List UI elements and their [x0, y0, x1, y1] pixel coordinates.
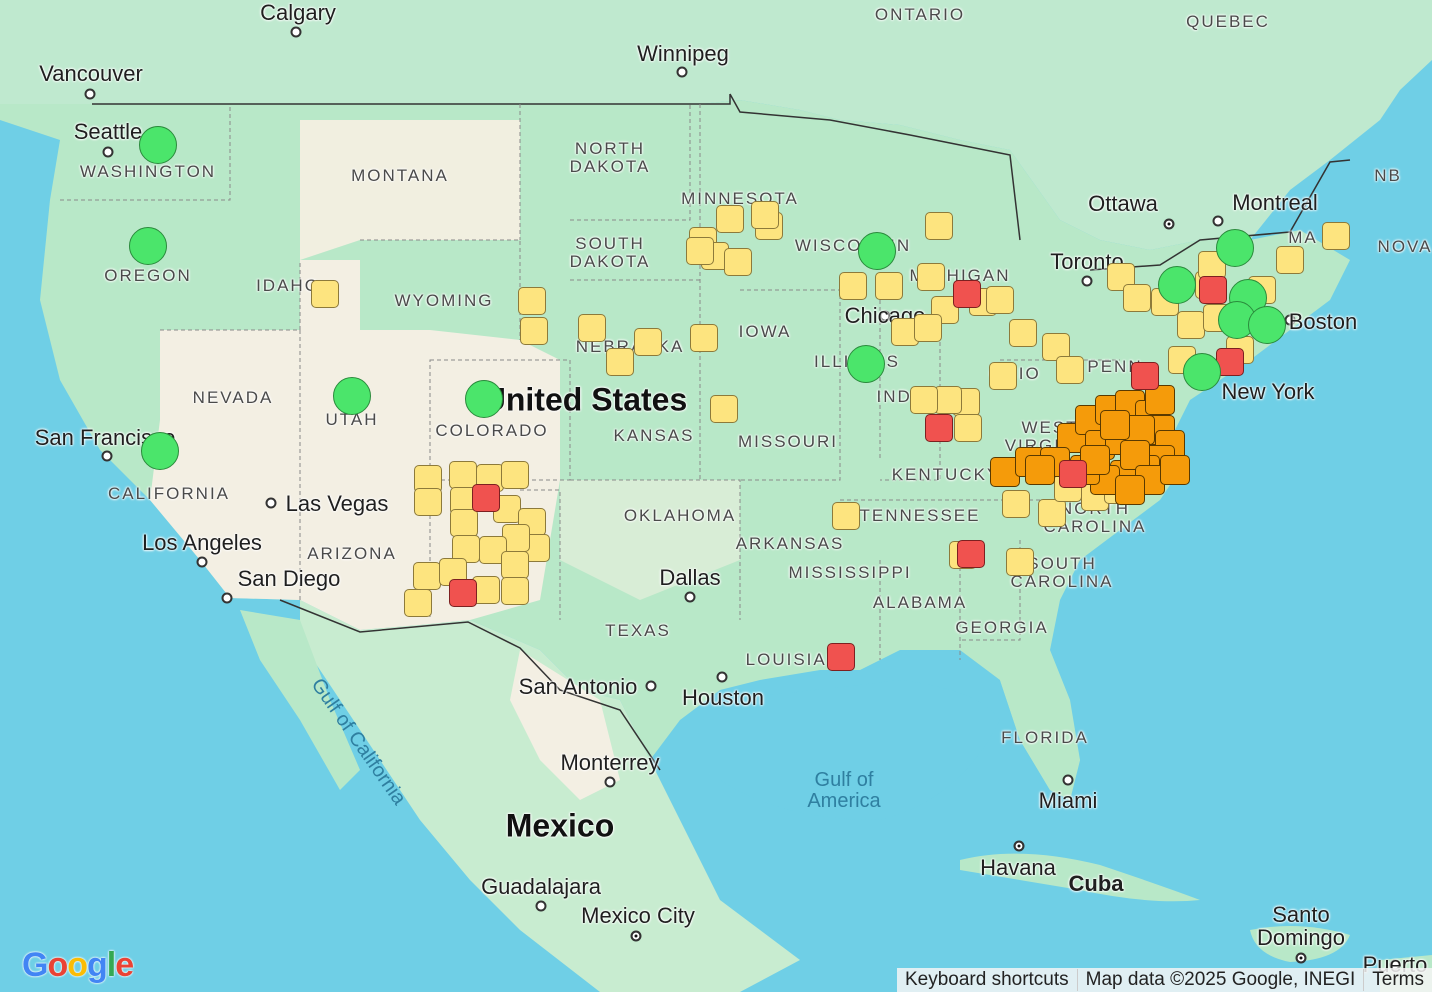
yellow-marker[interactable]: [986, 286, 1014, 314]
red-marker[interactable]: [827, 643, 855, 671]
orange-marker[interactable]: [1100, 410, 1130, 440]
yellow-marker[interactable]: [1009, 319, 1037, 347]
cuba-land: [960, 853, 1200, 902]
yellow-marker[interactable]: [501, 577, 529, 605]
yellow-marker[interactable]: [518, 287, 546, 315]
yellow-marker[interactable]: [914, 314, 942, 342]
red-marker[interactable]: [472, 484, 500, 512]
terms-link[interactable]: Terms: [1363, 969, 1432, 991]
map-data-attribution: Map data ©2025 Google, INEGI: [1076, 969, 1364, 991]
city-dot: [1212, 215, 1224, 227]
yellow-marker[interactable]: [520, 317, 548, 345]
red-marker[interactable]: [1131, 362, 1159, 390]
city-dot: [1163, 218, 1175, 230]
yellow-marker[interactable]: [311, 280, 339, 308]
green-marker[interactable]: [858, 232, 896, 270]
yellow-marker[interactable]: [875, 272, 903, 300]
city-dot: [1081, 275, 1093, 287]
city-dot: [102, 146, 114, 158]
yellow-marker[interactable]: [1276, 246, 1304, 274]
yellow-marker[interactable]: [404, 589, 432, 617]
city-dot: [879, 310, 891, 322]
yellow-marker[interactable]: [925, 212, 953, 240]
yellow-marker[interactable]: [634, 328, 662, 356]
yellow-marker[interactable]: [910, 386, 938, 414]
yellow-marker[interactable]: [686, 237, 714, 265]
yellow-marker[interactable]: [832, 502, 860, 530]
red-marker[interactable]: [449, 579, 477, 607]
yellow-marker[interactable]: [1038, 499, 1066, 527]
yellow-marker[interactable]: [1123, 284, 1151, 312]
green-marker[interactable]: [333, 377, 371, 415]
montana-tan: [300, 120, 520, 260]
city-dot: [604, 776, 616, 788]
yellow-marker[interactable]: [934, 386, 962, 414]
gulf-water: [720, 680, 1000, 820]
yellow-marker[interactable]: [413, 562, 441, 590]
city-dot: [1013, 840, 1025, 852]
yellow-marker[interactable]: [578, 314, 606, 342]
orange-marker[interactable]: [1025, 455, 1055, 485]
orange-marker[interactable]: [1115, 475, 1145, 505]
red-marker[interactable]: [953, 280, 981, 308]
google-logo: Google: [22, 946, 134, 984]
yellow-marker[interactable]: [839, 272, 867, 300]
city-dot: [1284, 314, 1296, 326]
city-dot: [630, 930, 642, 942]
yellow-marker[interactable]: [414, 488, 442, 516]
green-marker[interactable]: [1248, 306, 1286, 344]
red-marker[interactable]: [1059, 460, 1087, 488]
city-dot: [676, 66, 688, 78]
map-canvas[interactable]: WASHINGTON OREGON IDAHO MONTANA WYOMING NEVAD…: [0, 0, 1432, 992]
city-dot: [1295, 952, 1307, 964]
yellow-marker[interactable]: [917, 263, 945, 291]
red-marker[interactable]: [1199, 276, 1227, 304]
yellow-marker[interactable]: [1006, 548, 1034, 576]
yellow-marker[interactable]: [501, 551, 529, 579]
city-dot: [290, 26, 302, 38]
city-dot: [645, 680, 657, 692]
green-marker[interactable]: [129, 227, 167, 265]
red-marker[interactable]: [925, 414, 953, 442]
green-marker[interactable]: [1158, 266, 1196, 304]
yellow-marker[interactable]: [751, 201, 779, 229]
yellow-marker[interactable]: [989, 362, 1017, 390]
keyboard-shortcuts-link[interactable]: Keyboard shortcuts: [897, 969, 1077, 991]
yellow-marker[interactable]: [954, 414, 982, 442]
city-dot: [716, 671, 728, 683]
green-marker[interactable]: [465, 380, 503, 418]
yellow-marker[interactable]: [1056, 356, 1084, 384]
city-dot: [684, 591, 696, 603]
yellow-marker[interactable]: [1177, 311, 1205, 339]
basemap: [0, 0, 1432, 992]
city-dot: [84, 88, 96, 100]
yellow-marker[interactable]: [1002, 490, 1030, 518]
green-marker[interactable]: [1183, 353, 1221, 391]
yellow-marker[interactable]: [450, 509, 478, 537]
yellow-marker[interactable]: [716, 205, 744, 233]
orange-marker[interactable]: [1160, 455, 1190, 485]
yellow-marker[interactable]: [690, 324, 718, 352]
green-marker[interactable]: [141, 432, 179, 470]
yellow-marker[interactable]: [606, 348, 634, 376]
city-dot: [265, 497, 277, 509]
green-marker[interactable]: [847, 345, 885, 383]
yellow-marker[interactable]: [1322, 222, 1350, 250]
yellow-marker[interactable]: [501, 461, 529, 489]
city-dot: [1062, 774, 1074, 786]
yellow-marker[interactable]: [724, 248, 752, 276]
city-dot: [535, 900, 547, 912]
city-dot: [101, 450, 113, 462]
green-marker[interactable]: [1216, 229, 1254, 267]
city-dot: [221, 592, 233, 604]
red-marker[interactable]: [957, 540, 985, 568]
map-footer: Keyboard shortcuts Map data ©2025 Google…: [896, 968, 1432, 992]
green-marker[interactable]: [139, 126, 177, 164]
yellow-marker[interactable]: [710, 395, 738, 423]
city-dot: [196, 556, 208, 568]
